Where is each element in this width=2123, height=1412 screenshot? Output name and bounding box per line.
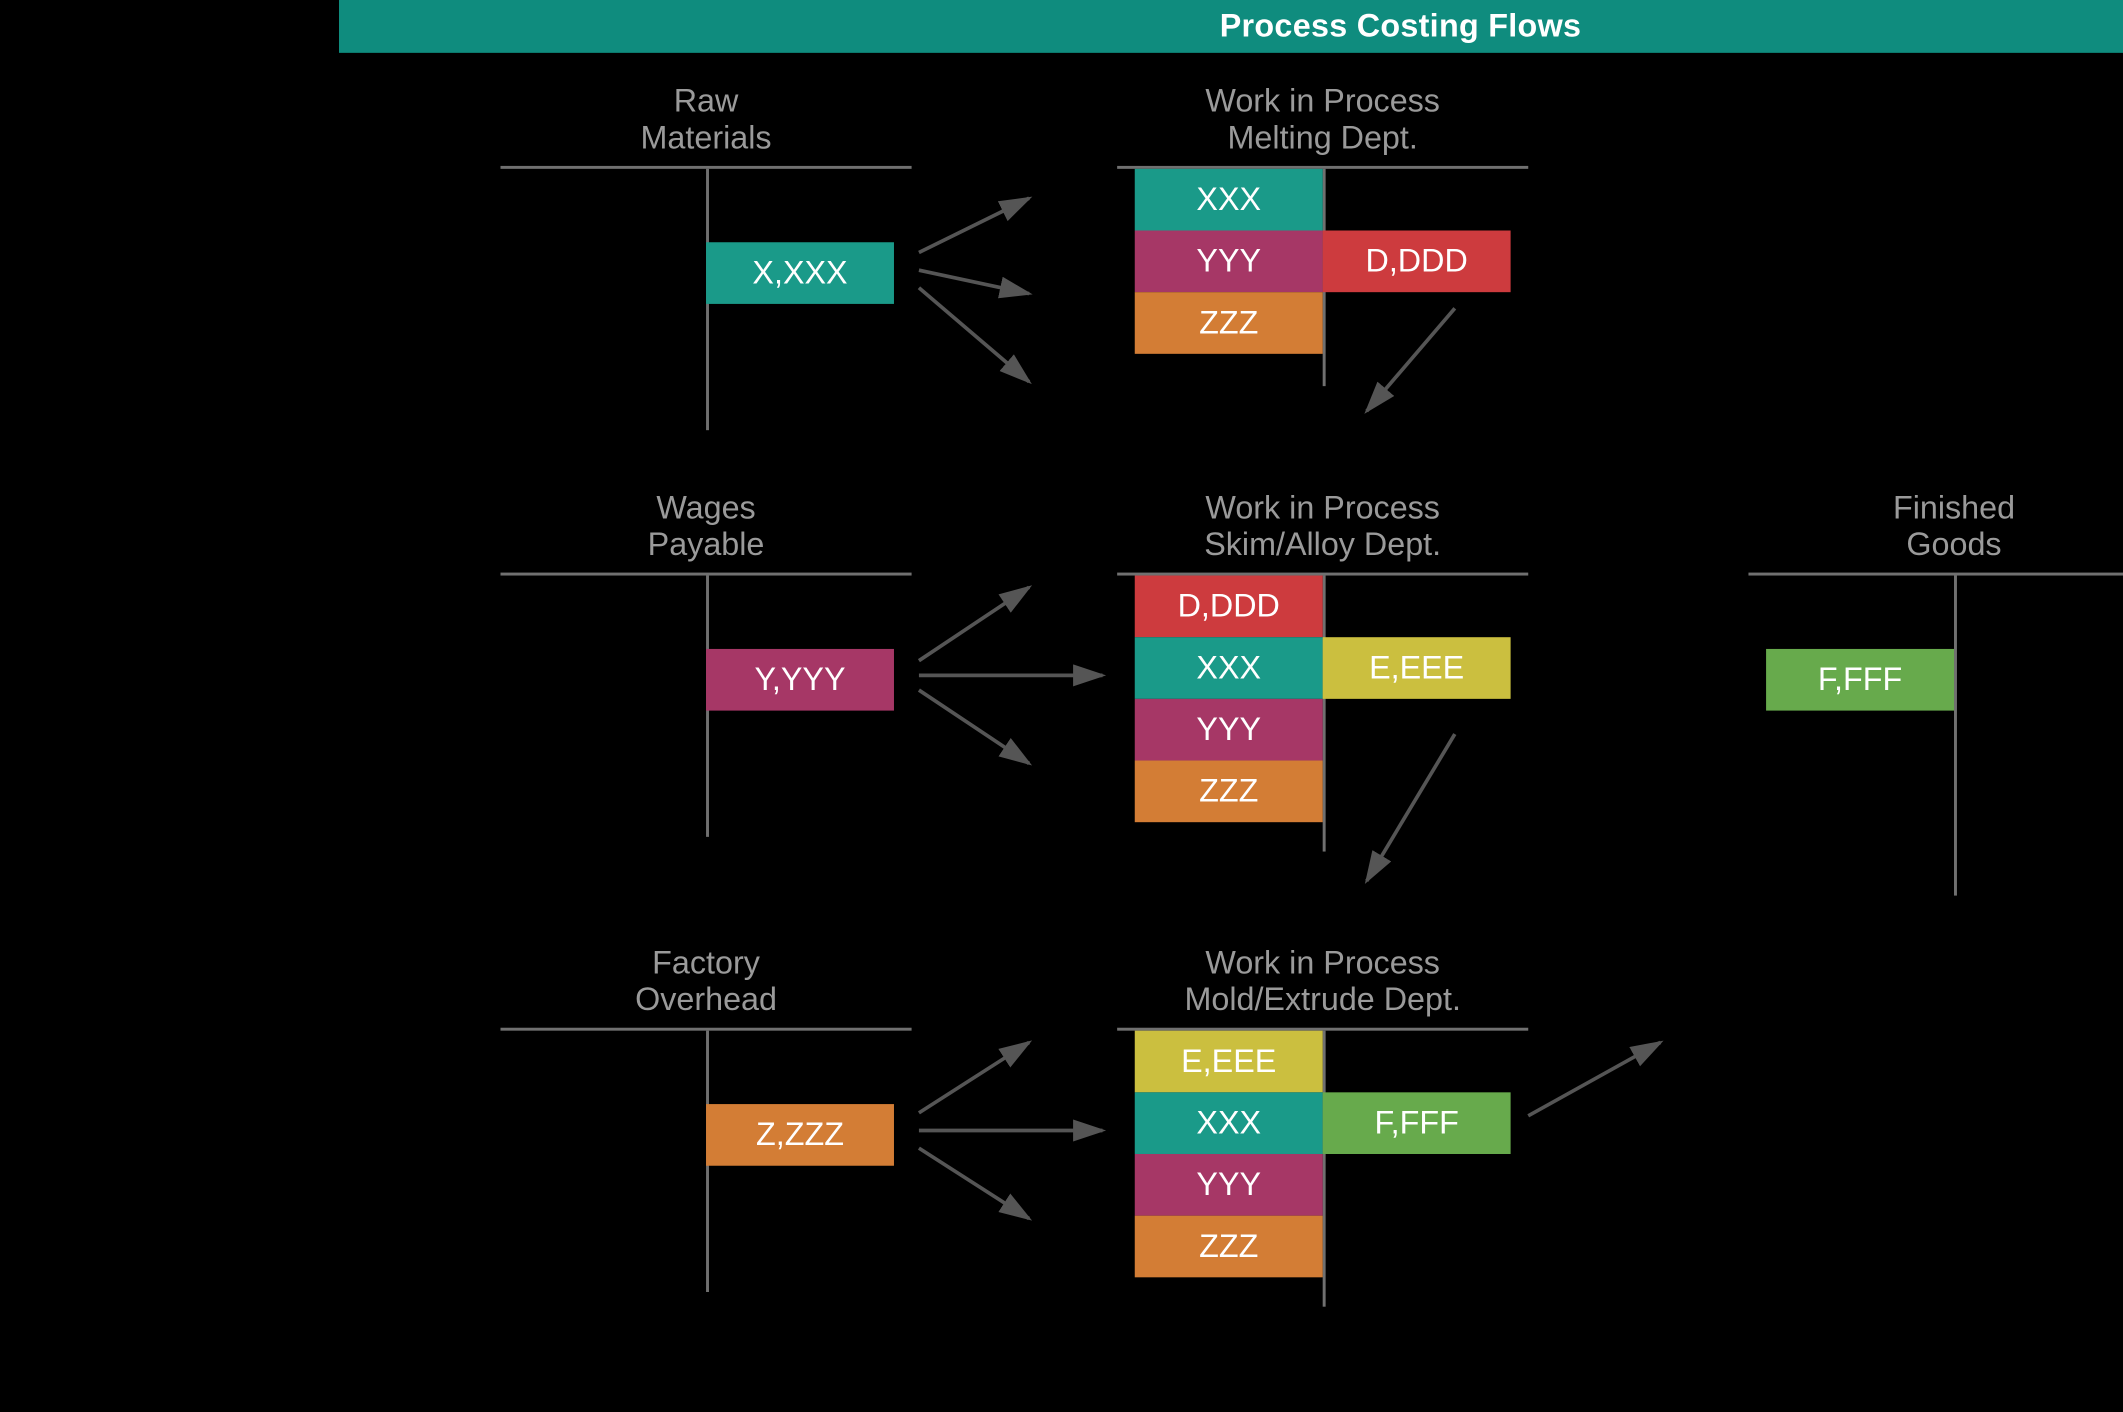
wip-melting-cr: D,DDD (1322, 230, 1510, 292)
page-title: Process Costing Flows (1219, 7, 1581, 44)
wip-melting-dr-yyy: YYY (1134, 230, 1322, 292)
wip-mold-dr-xxx: XXX (1134, 1092, 1322, 1154)
raw-materials-title-2: Materials (640, 119, 771, 156)
raw-materials-credit: X,XXX (706, 242, 894, 304)
arrow-wp-to-mold (918, 690, 1028, 763)
wip-skim-dr-xxx: XXX (1134, 637, 1322, 699)
wip-mold-dr-eeee: E,EEE (1134, 1030, 1322, 1092)
wip-melting-dr-zzz: ZZZ (1134, 292, 1322, 354)
title-banner: Process Costing Flows (339, 0, 2123, 53)
wages-credit: Y,YYY (706, 648, 894, 710)
wip-mold-dr-yyy: YYY (1134, 1153, 1322, 1215)
diagram-stage: Process Costing Flows Raw Materials X,XX… (339, 0, 2123, 1412)
wip-skim-dr-zzz: ZZZ (1134, 760, 1322, 822)
wip-skim-title-1: Work in Process (1205, 489, 1440, 526)
wip-skim-dr-yyy: YYY (1134, 698, 1322, 760)
raw-materials-title-1: Raw (673, 82, 738, 119)
wip-skim-dr-dddd: D,DDD (1134, 575, 1322, 637)
wip-skim-title-2: Skim/Alloy Dept. (1204, 526, 1441, 563)
overhead-title-1: Factory (652, 944, 760, 981)
wip-skim-cr: E,EEE (1322, 637, 1510, 699)
tacct-wip-mold: Work in Process Mold/Extrude Dept. E,EEE… (1117, 944, 1528, 1306)
wip-melting-title-2: Melting Dept. (1227, 119, 1417, 156)
arrow-mold-to-fg (1528, 1042, 1660, 1115)
fg-title-2: Goods (1906, 526, 2001, 563)
fg-debit: F,FFF (1766, 648, 1954, 710)
arrow-fo-to-melting (918, 1042, 1028, 1112)
tacct-wip-skim: Work in Process Skim/Alloy Dept. D,DDD X… (1117, 489, 1528, 851)
wip-melting-title-1: Work in Process (1205, 82, 1440, 119)
tacct-wages-payable: Wages Payable Y,YYY (500, 489, 911, 836)
arrow-fo-to-mold (918, 1148, 1028, 1218)
wip-mold-title-1: Work in Process (1205, 944, 1440, 981)
overhead-credit: Z,ZZZ (706, 1103, 894, 1165)
wip-melting-dr-xxx: XXX (1134, 168, 1322, 230)
tacct-factory-overhead: Factory Overhead Z,ZZZ (500, 944, 911, 1291)
wip-mold-title-2: Mold/Extrude Dept. (1184, 981, 1460, 1018)
overhead-title-2: Overhead (635, 981, 777, 1018)
wip-mold-dr-zzz: ZZZ (1134, 1215, 1322, 1277)
fg-title-1: Finished (1892, 489, 2014, 526)
wages-title-2: Payable (647, 526, 764, 563)
arrow-rm-to-skim (918, 270, 1028, 293)
wip-mold-cr: F,FFF (1322, 1092, 1510, 1154)
tacct-finished-goods: Finished Goods F,FFF (1748, 489, 2123, 895)
arrow-wp-to-melting (918, 587, 1028, 660)
arrow-rm-to-melting (918, 198, 1028, 252)
tacct-wip-melting: Work in Process Melting Dept. XXX YYY ZZ… (1117, 82, 1528, 385)
wages-title-1: Wages (656, 489, 755, 526)
tacct-raw-materials: Raw Materials X,XXX (500, 82, 911, 429)
arrow-rm-to-mold (918, 288, 1028, 382)
